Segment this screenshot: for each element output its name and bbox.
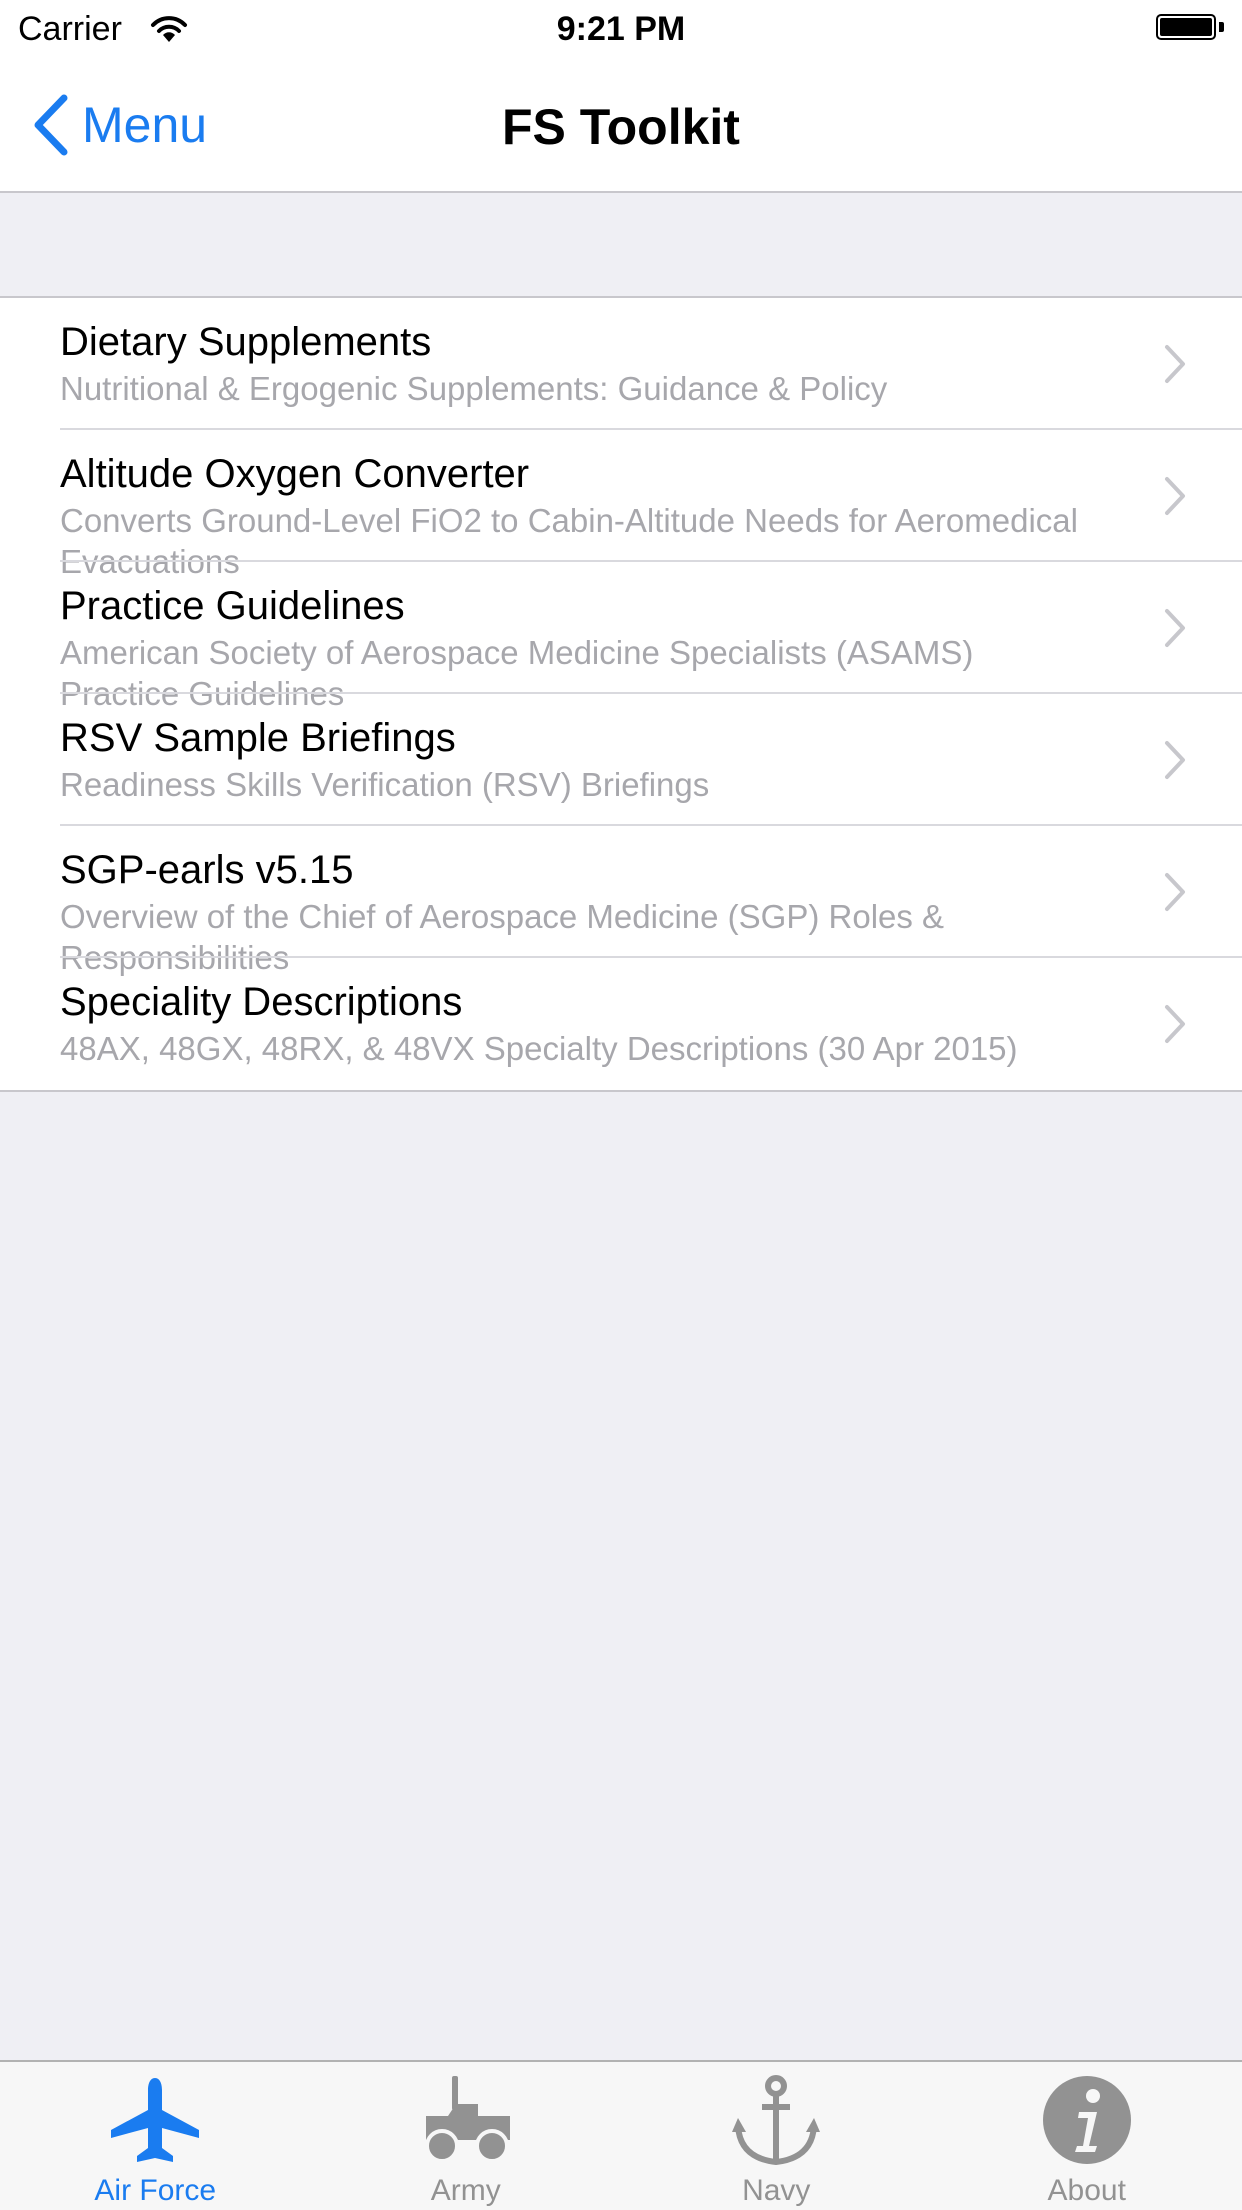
chevron-right-icon <box>1164 476 1186 516</box>
airplane-icon <box>107 2074 203 2170</box>
list-item-title: Speciality Descriptions <box>60 980 462 1025</box>
tab-label: Air Force <box>0 2174 311 2208</box>
chevron-right-icon <box>1164 872 1186 912</box>
status-bar: Carrier 9:21 PM <box>0 0 1242 60</box>
list-item-title: RSV Sample Briefings <box>60 716 456 761</box>
chevron-right-icon <box>1164 740 1186 780</box>
list-item-title: Altitude Oxygen Converter <box>60 452 529 497</box>
jeep-icon <box>418 2074 514 2170</box>
chevron-right-icon <box>1164 1004 1186 1044</box>
chevron-right-icon <box>1164 344 1186 384</box>
list-item-title: Dietary Supplements <box>60 320 431 365</box>
list-item-rsv-sample-briefings[interactable]: RSV Sample Briefings Readiness Skills Ve… <box>0 694 1242 826</box>
tab-label: Navy <box>621 2174 932 2208</box>
list-item-subtitle: Readiness Skills Verification (RSV) Brie… <box>60 764 1100 805</box>
battery-icon <box>1156 14 1224 44</box>
list-item-title: Practice Guidelines <box>60 584 405 629</box>
list-item-sgp-earls[interactable]: SGP-earls v5.15 Overview of the Chief of… <box>0 826 1242 958</box>
list-item-subtitle: Nutritional & Ergogenic Supplements: Gui… <box>60 368 1100 409</box>
page-title: FS Toolkit <box>0 98 1242 156</box>
list-item-speciality-descriptions[interactable]: Speciality Descriptions 48AX, 48GX, 48RX… <box>0 958 1242 1090</box>
list-item-title: SGP-earls v5.15 <box>60 848 353 893</box>
tab-about[interactable]: About <box>932 2062 1242 2210</box>
tab-army[interactable]: Army <box>311 2062 622 2210</box>
tab-air-force[interactable]: Air Force <box>0 2062 311 2210</box>
list-item-subtitle: 48AX, 48GX, 48RX, & 48VX Specialty Descr… <box>60 1028 1100 1069</box>
menu-list: Dietary Supplements Nutritional & Ergoge… <box>0 296 1242 1092</box>
list-item-dietary-supplements[interactable]: Dietary Supplements Nutritional & Ergoge… <box>0 298 1242 430</box>
info-icon <box>1039 2074 1135 2170</box>
navigation-bar: Menu FS Toolkit <box>0 60 1242 193</box>
chevron-right-icon <box>1164 608 1186 648</box>
tab-label: Army <box>311 2174 622 2208</box>
list-item-altitude-oxygen-converter[interactable]: Altitude Oxygen Converter Converts Groun… <box>0 430 1242 562</box>
tab-navy[interactable]: Navy <box>621 2062 932 2210</box>
clock: 9:21 PM <box>0 10 1242 49</box>
anchor-icon <box>728 2074 824 2170</box>
list-item-practice-guidelines[interactable]: Practice Guidelines American Society of … <box>0 562 1242 694</box>
tab-label: About <box>932 2174 1242 2208</box>
tab-bar: Air Force Army Navy About <box>0 2060 1242 2210</box>
